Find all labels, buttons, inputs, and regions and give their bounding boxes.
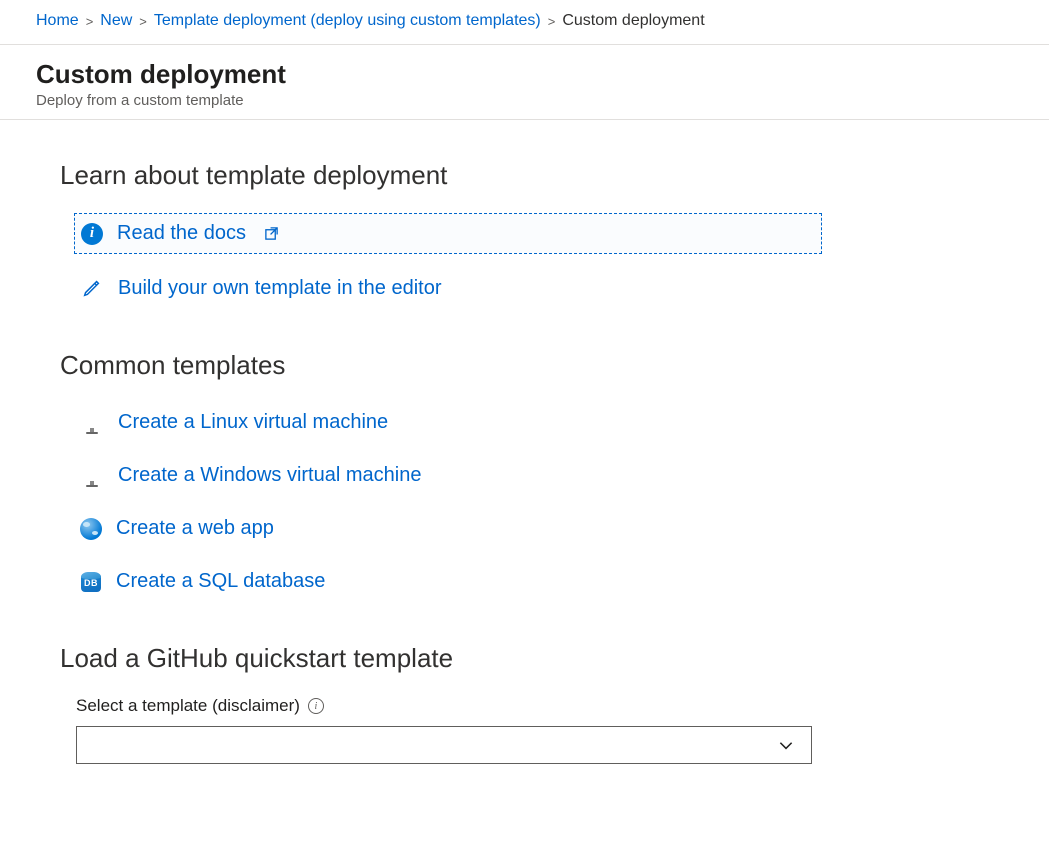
breadcrumb-separator: > xyxy=(139,14,147,29)
vm-icon xyxy=(80,412,104,434)
page-title: Custom deployment xyxy=(36,59,1013,90)
build-template-link[interactable]: Build your own template in the editor xyxy=(76,268,989,308)
vm-icon xyxy=(80,465,104,487)
template-select[interactable] xyxy=(76,726,812,764)
section-title-github: Load a GitHub quickstart template xyxy=(60,643,989,674)
breadcrumb-new[interactable]: New xyxy=(100,12,132,30)
globe-icon xyxy=(80,518,102,540)
section-common-templates: Common templates Create a Linux virtual … xyxy=(60,350,989,601)
create-linux-vm-label: Create a Linux virtual machine xyxy=(118,411,388,434)
section-learn: Learn about template deployment i Read t… xyxy=(60,160,989,308)
pencil-icon xyxy=(80,276,104,300)
breadcrumb-current: Custom deployment xyxy=(562,12,704,30)
breadcrumb-separator: > xyxy=(548,14,556,29)
create-windows-vm-link[interactable]: Create a Windows virtual machine xyxy=(76,456,989,495)
create-web-app-link[interactable]: Create a web app xyxy=(76,509,989,548)
create-web-app-label: Create a web app xyxy=(116,517,274,540)
build-template-label: Build your own template in the editor xyxy=(118,277,442,300)
breadcrumb-template-deployment[interactable]: Template deployment (deploy using custom… xyxy=(154,12,541,30)
page-header: Custom deployment Deploy from a custom t… xyxy=(0,45,1049,120)
create-sql-db-link[interactable]: DB Create a SQL database xyxy=(76,562,989,601)
chevron-down-icon xyxy=(777,736,795,754)
breadcrumb: Home > New > Template deployment (deploy… xyxy=(0,0,1049,45)
read-docs-label: Read the docs xyxy=(117,222,246,245)
template-select-label: Select a template (disclaimer) i xyxy=(76,696,989,716)
breadcrumb-home[interactable]: Home xyxy=(36,12,79,30)
info-icon[interactable]: i xyxy=(308,698,324,714)
read-docs-link[interactable]: i Read the docs xyxy=(74,213,822,254)
page-subtitle: Deploy from a custom template xyxy=(36,92,1013,109)
content: Learn about template deployment i Read t… xyxy=(0,120,1049,846)
breadcrumb-separator: > xyxy=(86,14,94,29)
database-icon: DB xyxy=(80,571,102,593)
section-title-common: Common templates xyxy=(60,350,989,381)
create-windows-vm-label: Create a Windows virtual machine xyxy=(118,464,421,487)
section-github-quickstart: Load a GitHub quickstart template Select… xyxy=(60,643,989,764)
section-title-learn: Learn about template deployment xyxy=(60,160,989,191)
info-icon: i xyxy=(81,223,103,245)
external-link-icon xyxy=(264,226,279,241)
create-sql-db-label: Create a SQL database xyxy=(116,570,325,593)
create-linux-vm-link[interactable]: Create a Linux virtual machine xyxy=(76,403,989,442)
